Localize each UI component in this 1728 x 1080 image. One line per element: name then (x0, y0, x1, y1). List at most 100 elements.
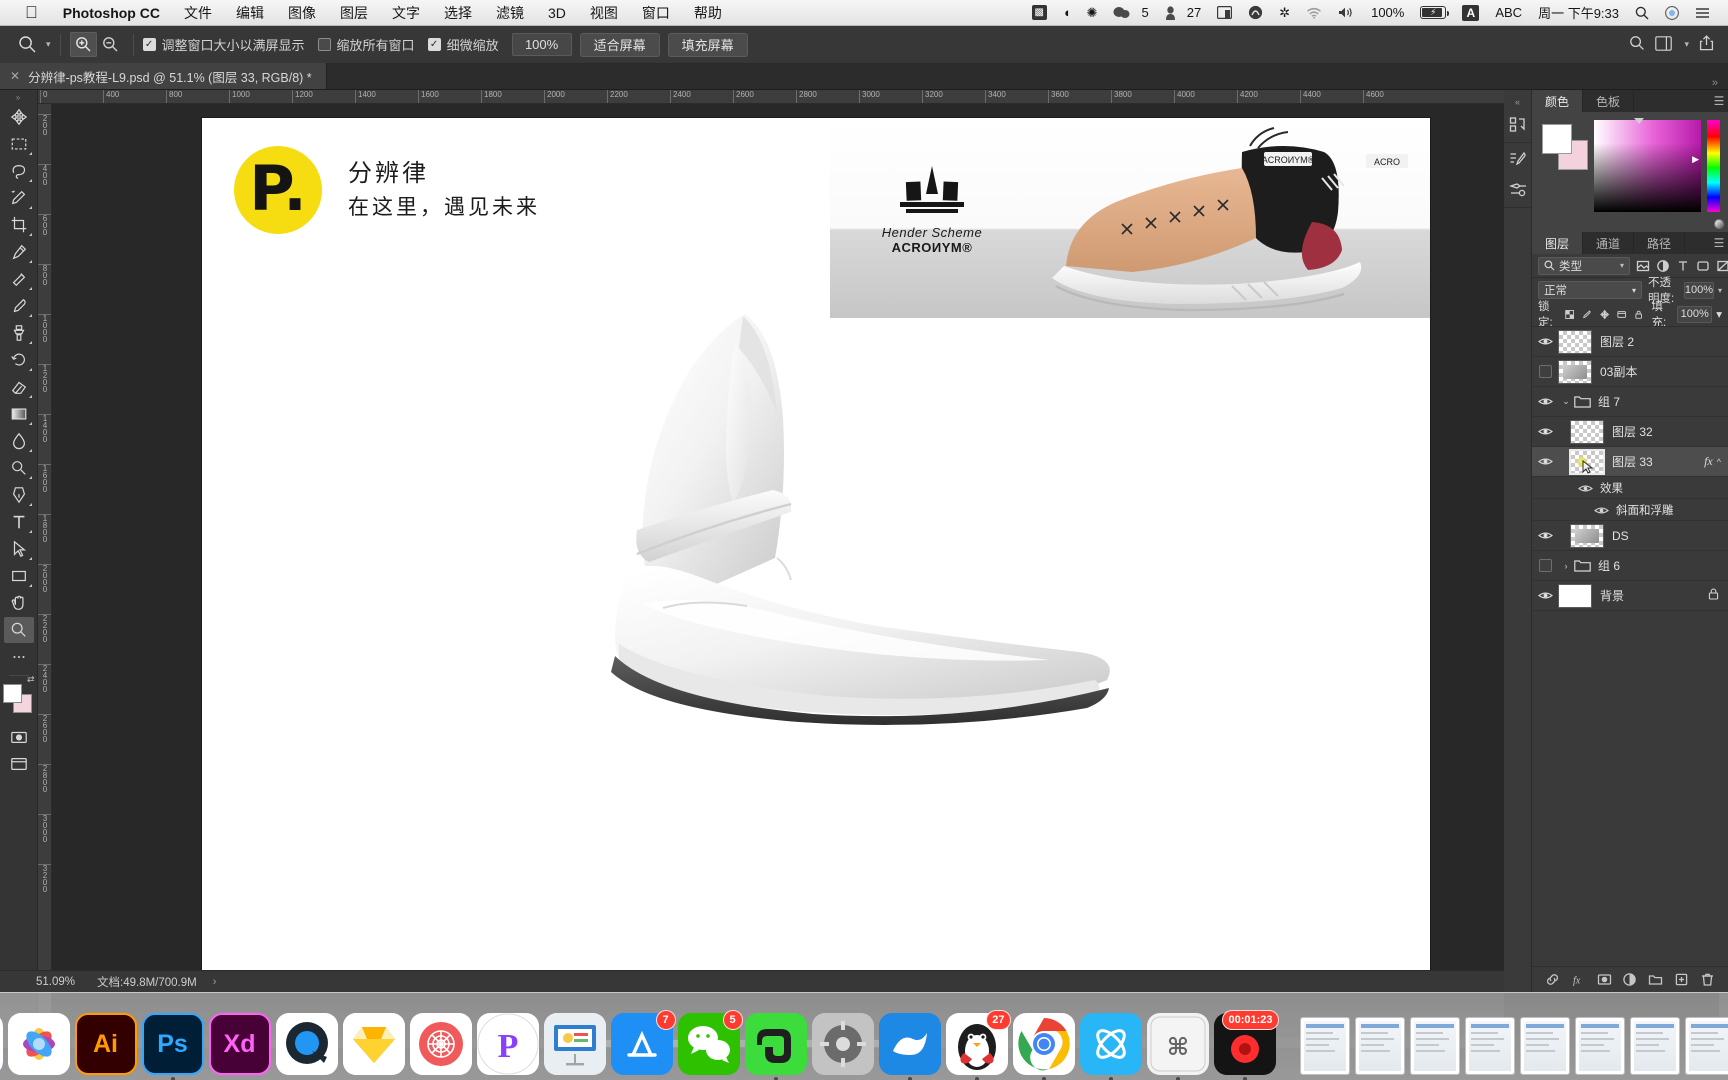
layer-row[interactable]: 03副本 (1532, 357, 1728, 387)
path-selection-tool[interactable] (4, 536, 34, 562)
type-tool[interactable] (4, 509, 34, 535)
dock-app-browser[interactable] (878, 1013, 941, 1080)
gradient-tool[interactable] (4, 401, 34, 427)
screenshot-icon[interactable]: ▩ (1024, 0, 1055, 26)
zoom-all-windows-checkbox[interactable]: 缩放所有窗口 (317, 35, 415, 54)
foreground-color-swatch[interactable] (2, 684, 22, 703)
layer-thumbnail[interactable] (1569, 448, 1605, 475)
layer-row[interactable]: 图层 33 fx ^ (1532, 447, 1728, 477)
creative-cloud-icon[interactable] (1240, 0, 1271, 26)
search-icon[interactable] (1629, 35, 1645, 54)
rail-collapse-icon[interactable]: « (1504, 96, 1531, 108)
layer-thumbnail[interactable] (1558, 329, 1592, 354)
shape-layer-filter-icon[interactable] (1696, 259, 1710, 273)
brush-tool[interactable] (4, 293, 34, 319)
zoom-percent-field[interactable]: 100% (511, 33, 572, 56)
color-picker-icon[interactable] (1714, 219, 1724, 229)
adjustment-layer-filter-icon[interactable] (1656, 259, 1670, 273)
dock-app-quicktime[interactable] (275, 1013, 338, 1075)
eye-icon[interactable] (1532, 336, 1558, 347)
blur-tool[interactable] (4, 428, 34, 454)
dock-minimized-window[interactable] (1519, 1017, 1570, 1075)
layer-row[interactable]: 效果 (1532, 477, 1728, 499)
dock-app-xd[interactable]: Xd (208, 1013, 271, 1075)
status-document-size[interactable]: 文档:49.8M/700.9M (89, 974, 205, 990)
color-panel[interactable]: ▶ (1532, 112, 1728, 232)
pen-tool[interactable] (4, 482, 34, 508)
control-center-icon[interactable] (1687, 0, 1718, 26)
clone-stamp-tool[interactable] (4, 320, 34, 346)
opacity-value[interactable]: 100% (1683, 281, 1714, 299)
move-lock-icon[interactable] (1599, 308, 1609, 321)
layer-row[interactable]: 背景 (1532, 581, 1728, 611)
layers-list[interactable]: 图层 2 03副本 ⌄ 组 7 图层 32 图层 33 fx ^ 效果 斜面和浮雕 DS › 组 6 背景 (1532, 326, 1728, 966)
tab-layers[interactable]: 图层 (1532, 232, 1584, 254)
workspace-icon[interactable] (1655, 35, 1673, 54)
layer-row[interactable]: › 组 6 (1532, 551, 1728, 581)
fx-collapse-chevron-icon[interactable]: ^ (1717, 457, 1728, 467)
layer-thumbnail[interactable] (1570, 523, 1604, 548)
volume-icon[interactable] (1330, 0, 1363, 26)
eraser-tool[interactable] (4, 374, 34, 400)
dodge-tool[interactable] (4, 455, 34, 481)
layer-row[interactable]: DS (1532, 521, 1728, 551)
chevron-down-icon[interactable]: ▾ (1718, 286, 1722, 295)
menu-image[interactable]: 图像 (276, 0, 328, 26)
layer-thumbnail[interactable] (1570, 419, 1604, 444)
dock-minimized-window[interactable] (1299, 1017, 1350, 1075)
canvas-area[interactable]: P. 分辨律 在这里，遇见未来 Hender Scheme ACROИYM® A… (52, 104, 1504, 1048)
brush-lock-icon[interactable] (1582, 308, 1591, 321)
dock-minimized-window[interactable] (1464, 1017, 1515, 1075)
swap-colors-icon[interactable]: ⇄ (27, 674, 35, 685)
crop-tool[interactable] (4, 212, 34, 238)
foreground-color-chip[interactable] (1542, 124, 1572, 154)
layer-filter-type-select[interactable]: 类型 ▾ (1538, 256, 1630, 275)
layer-thumbnail[interactable] (1558, 359, 1592, 384)
menu-3d[interactable]: 3D (536, 0, 578, 26)
layer-row[interactable]: 图层 32 (1532, 417, 1728, 447)
wifi-icon[interactable] (1298, 0, 1330, 26)
mask-icon[interactable] (1597, 972, 1612, 987)
eye-icon[interactable] (1532, 396, 1558, 407)
artboard-lock-icon[interactable] (1617, 308, 1626, 321)
color-panel-swatches[interactable] (1542, 124, 1588, 170)
type-layer-filter-icon[interactable] (1676, 259, 1690, 273)
panel-collapse-icon[interactable]: » (1712, 77, 1728, 89)
nightshift-icon[interactable]: ◖ (1055, 0, 1079, 26)
dock-app-photos[interactable] (7, 1013, 70, 1075)
dock-app-keyboard-maestro[interactable]: ⌘ (1146, 1013, 1209, 1080)
chevron-down-icon[interactable]: ⌄ (1558, 396, 1574, 407)
menu-help[interactable]: 帮助 (682, 0, 734, 26)
dock-app-cinema4d[interactable] (409, 1013, 472, 1075)
move-tool[interactable] (4, 104, 34, 130)
zoom-out-button[interactable] (97, 32, 124, 57)
color-panel-menu-icon[interactable]: ☰ (1710, 90, 1728, 112)
quick-mask-icon[interactable] (4, 724, 34, 750)
layer-fx-icon[interactable]: fx (1704, 454, 1717, 469)
dock-app-sketch[interactable] (342, 1013, 405, 1075)
input-source-label[interactable]: ABC (1487, 0, 1530, 26)
smart-object-filter-icon[interactable] (1716, 259, 1728, 273)
menu-view[interactable]: 视图 (578, 0, 630, 26)
hand-tool[interactable] (4, 590, 34, 616)
pixel-layer-filter-icon[interactable] (1636, 259, 1650, 273)
scrubby-zoom-checkbox[interactable]: ✓ 细微缩放 (427, 35, 499, 54)
marquee-tool[interactable] (4, 131, 34, 157)
dock-minimized-window[interactable] (1409, 1017, 1460, 1075)
eye-icon[interactable] (1532, 456, 1558, 467)
adjustments-panel-icon[interactable] (1508, 181, 1527, 199)
menubar-app-name[interactable]: Photoshop CC (51, 0, 172, 26)
tool-preset-chevron-icon[interactable]: ▾ (46, 39, 51, 50)
dock-app-chrome[interactable] (1012, 1013, 1075, 1080)
eye-icon[interactable] (1594, 504, 1609, 515)
dock-app-finder[interactable] (0, 1013, 3, 1075)
menubar-clock[interactable]: 周一 下午9:33 (1530, 0, 1627, 26)
dock-app-system-preferences[interactable] (811, 1013, 874, 1075)
fx-icon[interactable]: fx (1571, 972, 1586, 987)
layer-row[interactable]: ⌄ 组 7 (1532, 387, 1728, 417)
workspace-chevron-icon[interactable]: ▾ (1684, 39, 1689, 50)
history-brush-tool[interactable] (4, 347, 34, 373)
status-chevron-right-icon[interactable]: › (205, 976, 225, 988)
eyedropper-tool[interactable] (4, 239, 34, 265)
blend-mode-select[interactable]: 正常 ▾ (1538, 281, 1642, 299)
